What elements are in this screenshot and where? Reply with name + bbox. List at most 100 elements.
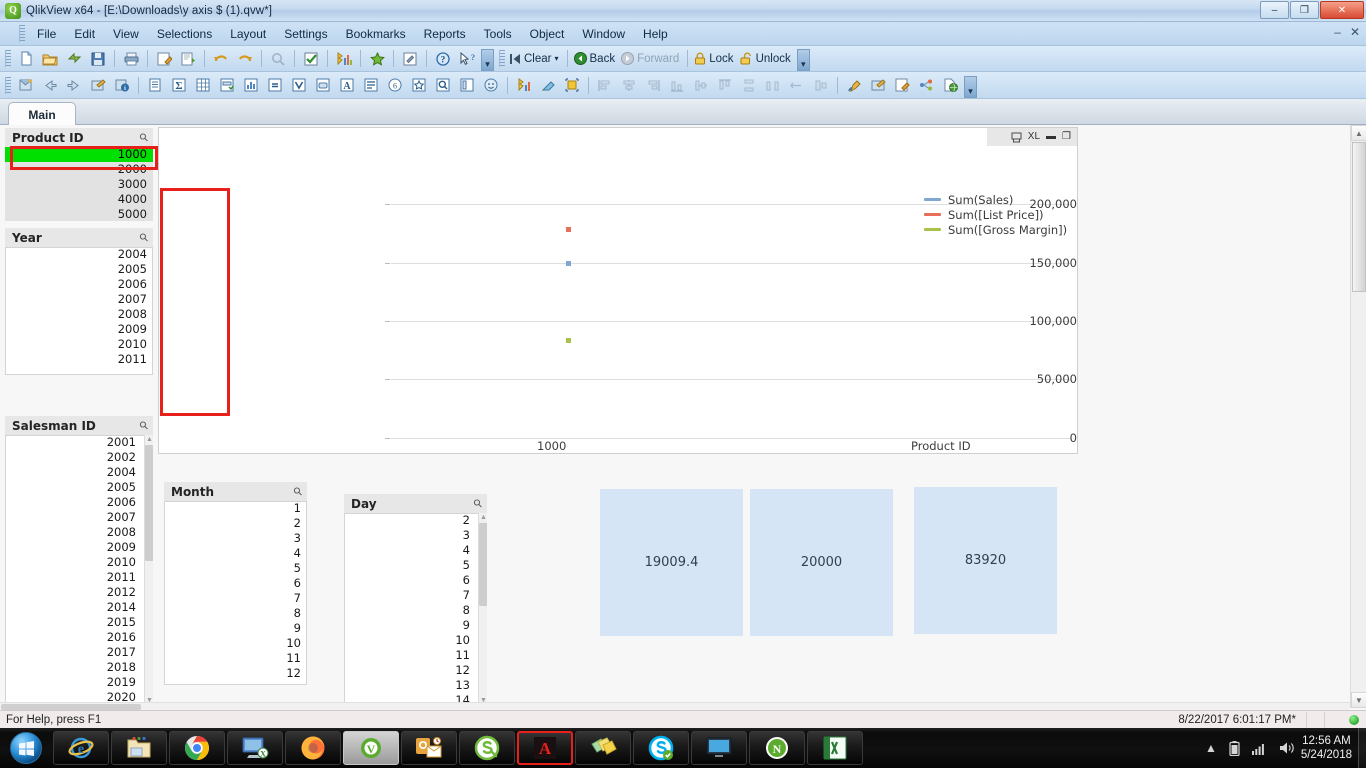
microsoft-outlook-icon[interactable] bbox=[401, 731, 457, 765]
menu-bookmarks[interactable]: Bookmarks bbox=[337, 24, 415, 44]
tab-main[interactable]: Main bbox=[8, 102, 76, 126]
list-item[interactable]: 2015 bbox=[5, 615, 142, 630]
list-item[interactable]: 11 bbox=[164, 651, 307, 666]
adobe-acrobat-reader-icon[interactable]: A bbox=[517, 731, 573, 765]
new-table-box-icon[interactable] bbox=[192, 75, 214, 96]
open-icon[interactable] bbox=[39, 48, 61, 69]
list-item[interactable]: 2019 bbox=[5, 675, 142, 690]
edit-script-icon[interactable] bbox=[153, 48, 175, 69]
workspace-horizontal-scrollbar[interactable] bbox=[0, 702, 1350, 710]
listbox-day-body[interactable]: 2 3 4 5 6 7 8 9 10 11 12 13 14 ▲ ▼ bbox=[344, 513, 487, 705]
list-item[interactable]: 6 bbox=[344, 573, 476, 588]
new-chart-icon[interactable] bbox=[240, 75, 262, 96]
list-item[interactable]: 2008 bbox=[5, 307, 153, 322]
menu-help[interactable]: Help bbox=[634, 24, 677, 44]
window-minimize-button[interactable]: – bbox=[1260, 1, 1289, 19]
internet-explorer-icon[interactable]: e bbox=[53, 731, 109, 765]
list-item[interactable]: 2016 bbox=[5, 630, 142, 645]
list-item[interactable]: 2009 bbox=[5, 540, 142, 555]
list-item[interactable]: 1 bbox=[164, 501, 307, 516]
list-item[interactable]: 4 bbox=[344, 543, 476, 558]
scrollbar-thumb[interactable] bbox=[145, 445, 153, 561]
document-minimize-button[interactable]: – bbox=[1334, 25, 1341, 39]
list-item[interactable]: 7 bbox=[164, 591, 307, 606]
notepadpp-icon[interactable]: N bbox=[749, 731, 805, 765]
list-item[interactable]: 10 bbox=[164, 636, 307, 651]
datapoint-sales[interactable] bbox=[566, 261, 571, 266]
space-evenly-icon[interactable] bbox=[786, 75, 808, 96]
new-multi-box-icon[interactable] bbox=[216, 75, 238, 96]
new-container-icon[interactable] bbox=[456, 75, 478, 96]
fit-zoom-icon[interactable] bbox=[561, 75, 583, 96]
new-button-icon[interactable] bbox=[312, 75, 334, 96]
distribute-horizontal-icon[interactable] bbox=[762, 75, 784, 96]
list-item[interactable]: 9 bbox=[344, 618, 476, 633]
listbox-salesman-id-scrollbar[interactable]: ▲ ▼ bbox=[144, 435, 153, 705]
qlikview-app-icon[interactable]: V bbox=[343, 731, 399, 765]
new-listbox-icon[interactable] bbox=[144, 75, 166, 96]
legend-entry-gross-margin[interactable]: Sum([Gross Margin]) bbox=[924, 222, 1067, 237]
export-structure-icon[interactable] bbox=[915, 75, 937, 96]
menu-file[interactable]: File bbox=[28, 24, 65, 44]
workspace-vertical-scrollbar[interactable]: ▲ ▼ bbox=[1350, 125, 1366, 708]
align-middle-icon[interactable] bbox=[690, 75, 712, 96]
list-item[interactable]: 2010 bbox=[5, 337, 153, 352]
file-explorer-icon[interactable] bbox=[111, 731, 167, 765]
new-statistics-box-icon[interactable]: Σ bbox=[168, 75, 190, 96]
show-hidden-icons-icon[interactable]: ▲ bbox=[1205, 741, 1217, 755]
new-text-object-icon[interactable]: A bbox=[336, 75, 358, 96]
network-signal-icon[interactable] bbox=[1251, 742, 1267, 755]
document-properties-icon[interactable]: i bbox=[111, 75, 133, 96]
taskbar-clock[interactable]: 12:56 AM 5/24/2018 bbox=[1301, 734, 1352, 762]
promote-sheet-left-icon[interactable] bbox=[39, 75, 61, 96]
new-system-table-icon[interactable] bbox=[513, 75, 535, 96]
chart-legend[interactable]: Sum(Sales) Sum([List Price]) Sum([Gross … bbox=[924, 192, 1067, 237]
listbox-product-id-body[interactable]: 1000 2000 3000 4000 5000 bbox=[5, 147, 153, 221]
sticky-notes-icon[interactable] bbox=[575, 731, 631, 765]
list-item[interactable]: 11 bbox=[344, 648, 476, 663]
new-slider-calendar-icon[interactable]: 6 bbox=[384, 75, 406, 96]
table-viewer-icon[interactable] bbox=[177, 48, 199, 69]
list-item[interactable]: 2001 bbox=[5, 435, 142, 450]
lock-button[interactable]: Lock bbox=[692, 52, 737, 65]
list-item[interactable]: 2004 bbox=[5, 465, 142, 480]
text-object-kpi-1[interactable]: 19009.4 bbox=[600, 489, 743, 636]
skype-for-business-icon[interactable] bbox=[459, 731, 515, 765]
listbox-product-id[interactable]: Product ID ⚲ 1000 2000 3000 4000 5000 bbox=[5, 128, 153, 221]
listbox-salesman-id[interactable]: Salesman ID ⚲ 2001 2002 2004 2005 2006 2… bbox=[5, 416, 153, 705]
redo-icon[interactable] bbox=[234, 48, 256, 69]
list-item[interactable]: 10 bbox=[344, 633, 476, 648]
list-item[interactable]: 2005 bbox=[5, 480, 142, 495]
search-icon[interactable]: ⚲ bbox=[137, 130, 152, 145]
context-help-icon[interactable]: ? bbox=[456, 48, 478, 69]
menubar-grip[interactable] bbox=[19, 25, 25, 42]
menu-selections[interactable]: Selections bbox=[148, 24, 221, 44]
list-item[interactable]: 2010 bbox=[5, 555, 142, 570]
list-item[interactable]: 2000 bbox=[5, 162, 153, 177]
forward-button[interactable]: Forward bbox=[619, 52, 683, 65]
list-item[interactable]: 2002 bbox=[5, 450, 142, 465]
list-item[interactable]: 12 bbox=[164, 666, 307, 681]
search-icon[interactable]: ⚲ bbox=[471, 496, 486, 511]
window-close-button[interactable]: ✕ bbox=[1320, 1, 1364, 19]
chart-object-window[interactable]: XL ▬ ❐ 200,000 150,000 100,000 50,000 0 … bbox=[158, 127, 1078, 454]
list-item[interactable]: 2006 bbox=[5, 495, 142, 510]
list-item[interactable]: 7 bbox=[344, 588, 476, 603]
reload-icon[interactable] bbox=[63, 48, 85, 69]
listbox-year[interactable]: Year ⚲ 2004 2005 2006 2007 2008 2009 201… bbox=[5, 228, 153, 375]
list-item[interactable]: 2 bbox=[344, 513, 476, 528]
list-item[interactable]: 8 bbox=[164, 606, 307, 621]
edit-module-icon[interactable] bbox=[891, 75, 913, 96]
align-center-h-icon[interactable] bbox=[618, 75, 640, 96]
design-toolbar-overflow[interactable]: ▾ bbox=[964, 76, 977, 98]
search-icon[interactable]: ⚲ bbox=[137, 418, 152, 433]
align-bottom-icon[interactable] bbox=[666, 75, 688, 96]
list-item[interactable]: 6 bbox=[164, 576, 307, 591]
list-item[interactable]: 2017 bbox=[5, 645, 142, 660]
copy-image-icon[interactable] bbox=[843, 75, 865, 96]
list-item[interactable]: 8 bbox=[344, 603, 476, 618]
list-item[interactable]: 3 bbox=[344, 528, 476, 543]
list-item[interactable]: 5 bbox=[164, 561, 307, 576]
mozilla-firefox-icon[interactable] bbox=[285, 731, 341, 765]
menu-window[interactable]: Window bbox=[573, 24, 634, 44]
